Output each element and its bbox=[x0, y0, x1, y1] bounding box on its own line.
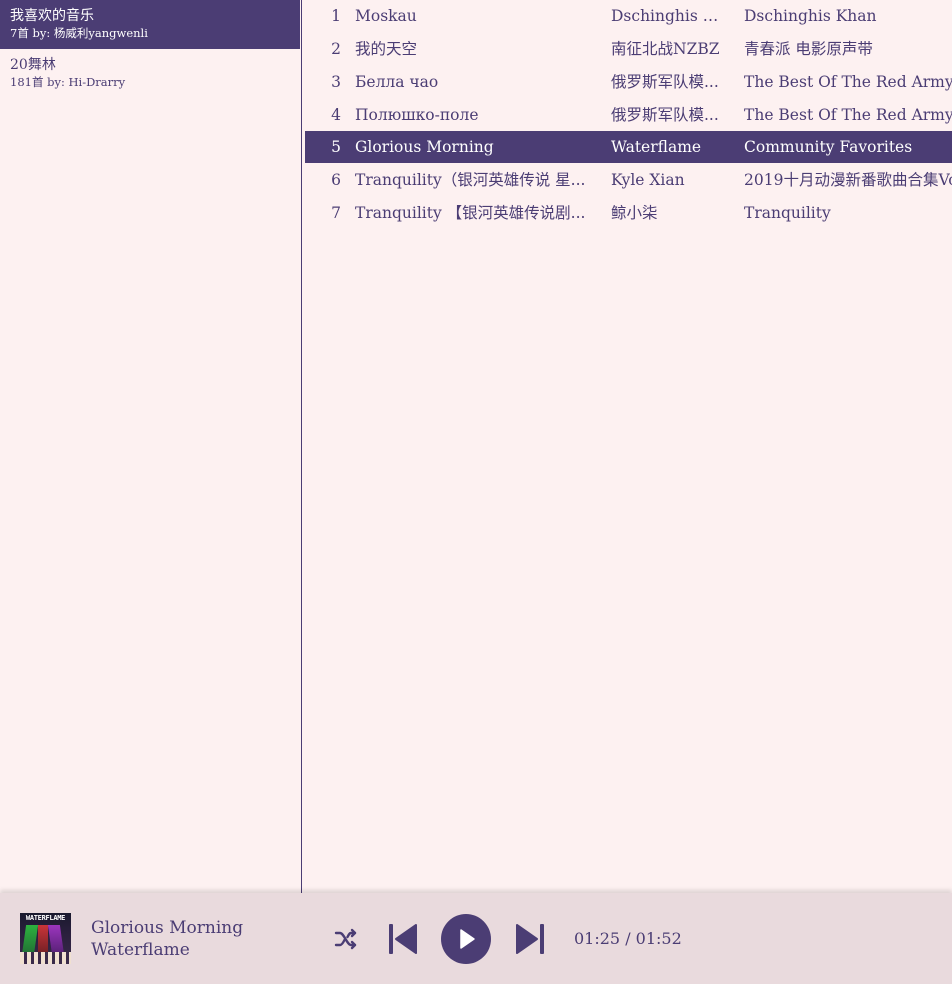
track-album: Tranquility bbox=[744, 204, 831, 222]
track-title: Glorious Morning bbox=[355, 138, 494, 156]
track-row[interactable]: 7 Tranquility 【银河英雄传说剧... 鲸小柒 Tranquilit… bbox=[305, 197, 952, 229]
track-number: 1 bbox=[331, 7, 341, 25]
music-player-app: 我喜欢的音乐 7首 by: 杨威利yangwenli 20舞林 181首 by:… bbox=[0, 0, 952, 984]
shuffle-icon bbox=[334, 928, 357, 950]
track-title: Moskau bbox=[355, 7, 417, 25]
track-number: 5 bbox=[331, 138, 341, 156]
previous-button[interactable] bbox=[387, 922, 419, 956]
track-title: Белла чао bbox=[355, 73, 439, 91]
playlist-item[interactable]: 20舞林 181首 by: Hi-Drarry bbox=[0, 49, 300, 98]
playlist-meta: 181首 by: Hi-Drarry bbox=[10, 75, 126, 89]
track-row[interactable]: 2 我的天空 南征北战NZBZ 青春派 电影原声带 bbox=[305, 33, 952, 65]
playlist-name: 20舞林 bbox=[10, 57, 56, 73]
playlist-item[interactable]: 我喜欢的音乐 7首 by: 杨威利yangwenli bbox=[0, 0, 300, 49]
track-row-playing[interactable]: 5 Glorious Morning Waterflame Community … bbox=[305, 131, 952, 163]
player-bar: WATERFLAME Glorious Morning Waterflame 0… bbox=[0, 893, 952, 984]
track-album: 2019十月动漫新番歌曲合集Vo bbox=[744, 171, 952, 189]
track-artist: Kyle Xian bbox=[611, 171, 685, 189]
track-album: The Best Of The Red Army C bbox=[744, 106, 952, 124]
playlist-name: 我喜欢的音乐 bbox=[10, 8, 94, 24]
track-album: Community Favorites bbox=[744, 138, 913, 156]
track-title: Tranquility（银河英雄传说 星... bbox=[355, 171, 586, 189]
playback-time: 01:25 / 01:52 bbox=[574, 929, 682, 948]
skip-next-icon bbox=[516, 924, 544, 954]
play-button[interactable] bbox=[441, 914, 491, 964]
track-artist: Waterflame bbox=[611, 138, 702, 156]
album-cover: WATERFLAME bbox=[20, 913, 71, 964]
next-button[interactable] bbox=[514, 922, 546, 956]
track-row[interactable]: 4 Полюшко-поле 俄罗斯军队模... The Best Of The… bbox=[305, 99, 952, 131]
playlist-meta: 7首 by: 杨威利yangwenli bbox=[10, 26, 148, 40]
track-album: The Best Of The Red Army C bbox=[744, 73, 952, 91]
track-artist: 南征北战NZBZ bbox=[611, 40, 720, 58]
now-playing-artist: Waterflame bbox=[91, 940, 190, 960]
track-artist: 俄罗斯军队模... bbox=[611, 73, 719, 91]
track-row[interactable]: 1 Moskau Dschinghis K... Dschinghis Khan bbox=[305, 0, 952, 32]
track-artist: Dschinghis K... bbox=[611, 7, 725, 25]
track-title: Полюшко-поле bbox=[355, 106, 479, 124]
shuffle-button[interactable] bbox=[333, 926, 359, 952]
track-number: 7 bbox=[331, 204, 341, 222]
play-icon bbox=[441, 914, 491, 964]
track-number: 4 bbox=[331, 106, 341, 124]
skip-previous-icon bbox=[389, 924, 417, 954]
track-album: 青春派 电影原声带 bbox=[744, 40, 873, 58]
track-row[interactable]: 6 Tranquility（银河英雄传说 星... Kyle Xian 2019… bbox=[305, 164, 952, 196]
track-number: 6 bbox=[331, 171, 341, 189]
track-artist: 鲸小柒 bbox=[611, 204, 658, 222]
playlist-sidebar: 我喜欢的音乐 7首 by: 杨威利yangwenli 20舞林 181首 by:… bbox=[0, 0, 302, 893]
track-row[interactable]: 3 Белла чао 俄罗斯军队模... The Best Of The Re… bbox=[305, 66, 952, 98]
track-title: Tranquility 【银河英雄传说剧... bbox=[355, 204, 586, 222]
track-artist: 俄罗斯军队模... bbox=[611, 106, 719, 124]
track-album: Dschinghis Khan bbox=[744, 7, 877, 25]
album-cover-text: WATERFLAME bbox=[25, 914, 66, 922]
now-playing-title: Glorious Morning bbox=[91, 918, 244, 938]
track-title: 我的天空 bbox=[355, 40, 418, 58]
track-number: 2 bbox=[331, 40, 341, 58]
track-number: 3 bbox=[331, 73, 341, 91]
track-list: 1 Moskau Dschinghis K... Dschinghis Khan… bbox=[305, 0, 952, 893]
